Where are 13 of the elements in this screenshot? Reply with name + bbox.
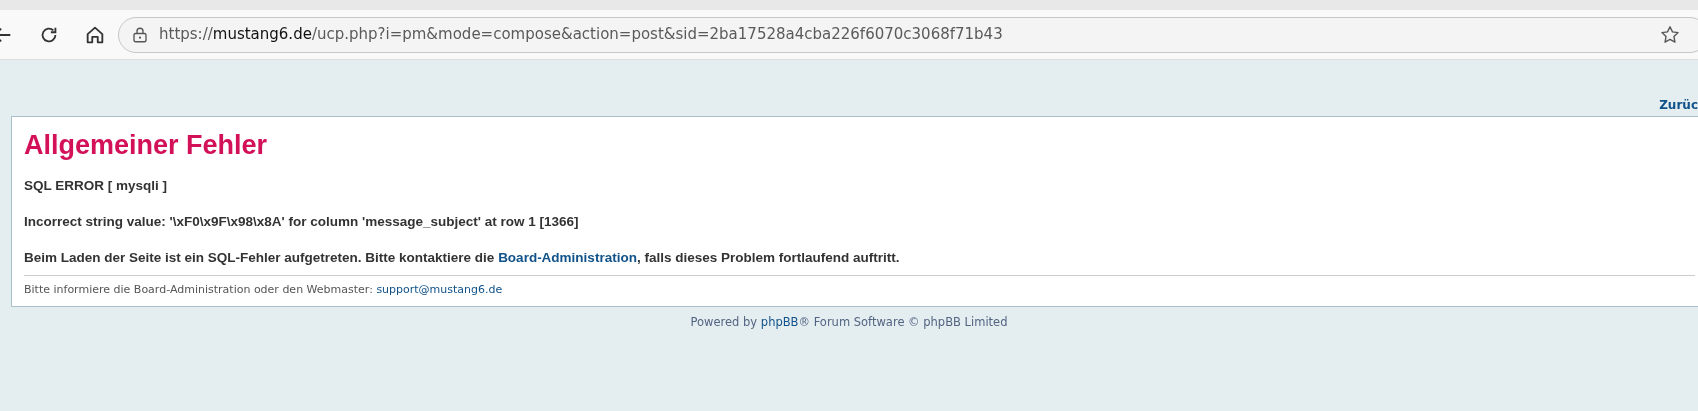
error-message: SQL ERROR [ mysqli ]: [24, 179, 169, 195]
phpbb-link[interactable]: phpBB: [760, 315, 799, 330]
admin-link[interactable]: Board-Administration: [498, 250, 637, 266]
back-link[interactable]: Zurüc: [1659, 96, 1698, 114]
address-bar[interactable]: https://mustang6.de/ucp.php?i=pm&mode=compose&action=post&sid=2ba17528a4cba226f6070c3068f71b43: [118, 16, 1698, 53]
url-text: https://mustang6.de/ucp.php?i=pm&mode=compose&action=post&sid=2ba17528a4cba226f6070c3068f71b43: [159, 24, 1003, 46]
star-icon[interactable]: [1659, 23, 1681, 46]
error-title: Allgemeiner Fehler: [24, 129, 269, 162]
email-link[interactable]: support@mustang6.de: [376, 282, 503, 296]
error-message: Beim Laden der Seite ist ein SQL-Fehler aufgetreten. Bitte kontaktiere die Board-Administration, falls dieses Problem fortlaufend auftritt.: [24, 251, 901, 266]
footer-credit: Powered by phpBB® Forum Software © phpBB Limited: [690, 315, 1008, 330]
error-message: Incorrect string value: '\xF0\x9F\x98\x8A' for column 'message_subject' at row 1 [1366]: [24, 215, 580, 231]
contact-note: Bitte informiere die Board-Administration oder den Webmaster: support@mustang6.de: [24, 274, 1695, 299]
